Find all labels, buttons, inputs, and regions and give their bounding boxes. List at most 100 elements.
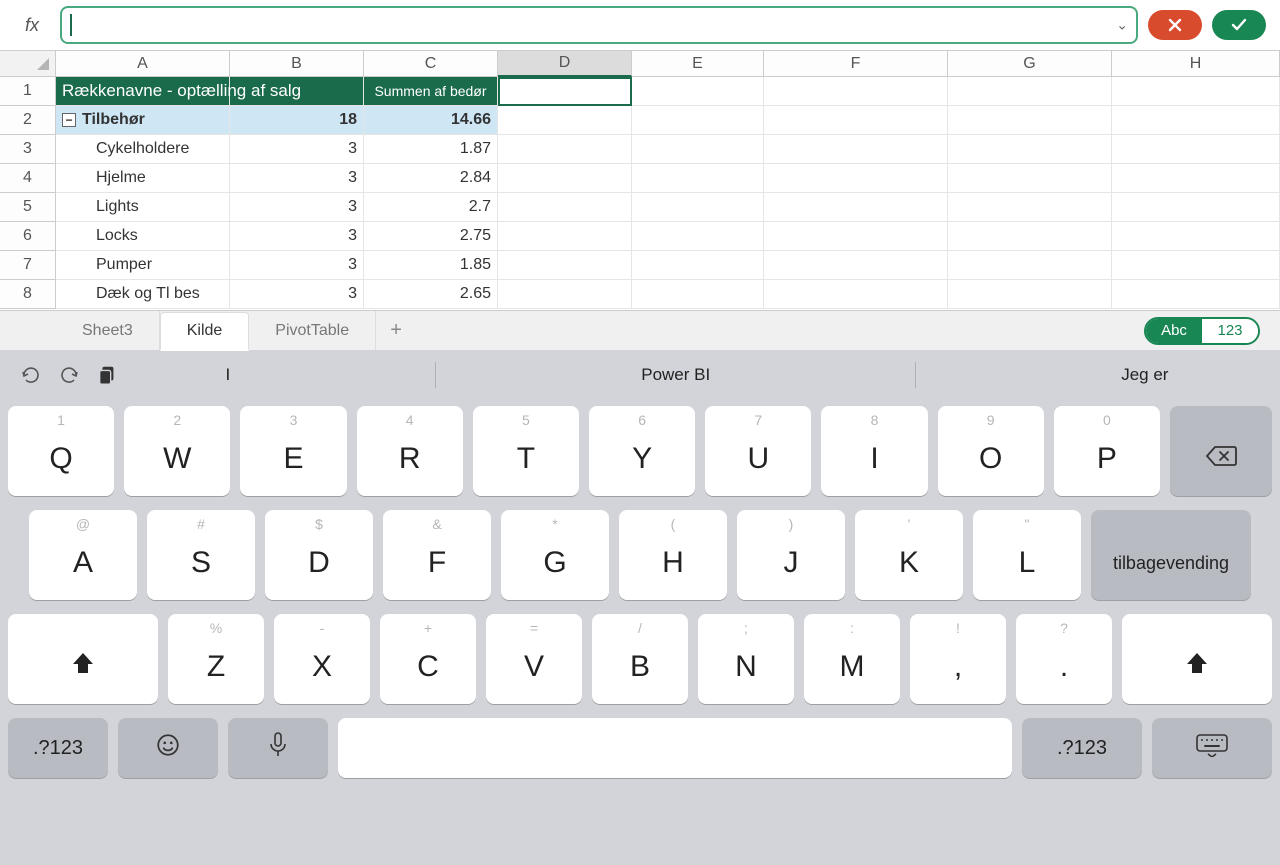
row-header[interactable]: 3 — [0, 135, 56, 164]
col-header-B[interactable]: B — [230, 51, 364, 77]
cell[interactable] — [632, 222, 764, 251]
cell[interactable] — [764, 164, 948, 193]
formula-dropdown-icon[interactable]: ⌄ — [1116, 17, 1128, 34]
cell[interactable]: Rækkenavne - optælling af salg — [56, 77, 230, 106]
cell[interactable] — [1112, 280, 1280, 309]
key-H[interactable]: (H — [619, 510, 727, 600]
cell[interactable]: Hjelme — [56, 164, 230, 193]
mode-abc[interactable]: Abc — [1146, 319, 1202, 343]
key-O[interactable]: 9O — [938, 406, 1044, 496]
cell[interactable]: Cykelholdere — [56, 135, 230, 164]
cell[interactable]: 2.84 — [364, 164, 498, 193]
cell[interactable]: 2.7 — [364, 193, 498, 222]
col-header-C[interactable]: C — [364, 51, 498, 77]
cell[interactable]: Dæk og Tl bes — [56, 280, 230, 309]
mode-123[interactable]: 123 — [1202, 319, 1258, 343]
cell[interactable] — [498, 77, 632, 106]
cell[interactable]: 3 — [230, 280, 364, 309]
input-mode-switch[interactable]: Abc 123 — [1144, 317, 1260, 345]
row-header[interactable]: 6 — [0, 222, 56, 251]
cell[interactable] — [498, 222, 632, 251]
cell[interactable]: −Tilbehør — [56, 106, 230, 135]
key-U[interactable]: 7U — [705, 406, 811, 496]
cell[interactable] — [632, 77, 764, 106]
cell[interactable] — [764, 135, 948, 164]
cell[interactable] — [1112, 193, 1280, 222]
sheet-tab[interactable]: Sheet3 — [56, 311, 160, 350]
key-emoji[interactable] — [118, 718, 218, 778]
cell[interactable]: 3 — [230, 135, 364, 164]
cell[interactable]: Summen af bedør — [364, 77, 498, 106]
key-V[interactable]: =V — [486, 614, 582, 704]
suggestion-2[interactable]: Power BI — [641, 365, 710, 385]
cell[interactable] — [498, 135, 632, 164]
cell[interactable] — [1112, 251, 1280, 280]
cell[interactable]: 3 — [230, 251, 364, 280]
cell[interactable] — [948, 193, 1112, 222]
key-S[interactable]: #S — [147, 510, 255, 600]
key-shift[interactable] — [1122, 614, 1272, 704]
key-.[interactable]: ?. — [1016, 614, 1112, 704]
cell[interactable] — [632, 135, 764, 164]
cell[interactable] — [1112, 222, 1280, 251]
cell[interactable] — [632, 280, 764, 309]
key-J[interactable]: )J — [737, 510, 845, 600]
cell[interactable] — [498, 251, 632, 280]
cell[interactable]: 1.87 — [364, 135, 498, 164]
row-header[interactable]: 4 — [0, 164, 56, 193]
key-E[interactable]: 3E — [240, 406, 346, 496]
key-backspace[interactable] — [1170, 406, 1272, 496]
clipboard-button[interactable] — [88, 356, 126, 394]
cell[interactable]: Pumper — [56, 251, 230, 280]
cell[interactable] — [1112, 77, 1280, 106]
cell[interactable] — [498, 106, 632, 135]
cell[interactable] — [632, 251, 764, 280]
cell[interactable]: Locks — [56, 222, 230, 251]
suggestion-1[interactable]: I — [226, 365, 231, 385]
collapse-icon[interactable]: − — [62, 113, 76, 127]
cell[interactable] — [1112, 164, 1280, 193]
cell[interactable] — [1112, 135, 1280, 164]
key-return[interactable]: tilbagevending — [1091, 510, 1251, 600]
cell[interactable] — [764, 251, 948, 280]
cell[interactable] — [948, 251, 1112, 280]
confirm-button[interactable] — [1212, 10, 1266, 40]
col-header-F[interactable]: F — [764, 51, 948, 77]
key-C[interactable]: +C — [380, 614, 476, 704]
key-W[interactable]: 2W — [124, 406, 230, 496]
cell[interactable]: 1.85 — [364, 251, 498, 280]
key-L[interactable]: "L — [973, 510, 1081, 600]
cell[interactable] — [948, 164, 1112, 193]
cell[interactable] — [1112, 106, 1280, 135]
cell[interactable] — [764, 280, 948, 309]
formula-input[interactable] — [60, 6, 1138, 44]
row-header[interactable]: 1 — [0, 77, 56, 106]
row-header[interactable]: 5 — [0, 193, 56, 222]
key-B[interactable]: /B — [592, 614, 688, 704]
col-header-D[interactable]: D — [498, 51, 632, 77]
cell[interactable] — [948, 77, 1112, 106]
cancel-button[interactable] — [1148, 10, 1202, 40]
key-A[interactable]: @A — [29, 510, 137, 600]
spreadsheet-grid[interactable]: A B C D E F G H 1Rækkenavne - optælling … — [0, 50, 1280, 310]
key-F[interactable]: &F — [383, 510, 491, 600]
key-X[interactable]: -X — [274, 614, 370, 704]
select-all-corner[interactable] — [0, 51, 56, 77]
undo-button[interactable] — [12, 356, 50, 394]
cell[interactable] — [498, 280, 632, 309]
cell[interactable]: 3 — [230, 193, 364, 222]
row-header[interactable]: 2 — [0, 106, 56, 135]
key-Z[interactable]: %Z — [168, 614, 264, 704]
cell[interactable]: 2.65 — [364, 280, 498, 309]
key-shift[interactable] — [8, 614, 158, 704]
suggestion-3[interactable]: Jeg er — [1121, 365, 1168, 385]
cell[interactable] — [764, 222, 948, 251]
cell[interactable]: Lights — [56, 193, 230, 222]
key-space[interactable] — [338, 718, 1012, 778]
key-G[interactable]: *G — [501, 510, 609, 600]
col-header-G[interactable]: G — [948, 51, 1112, 77]
key-Q[interactable]: 1Q — [8, 406, 114, 496]
col-header-H[interactable]: H — [1112, 51, 1280, 77]
cell[interactable]: 3 — [230, 164, 364, 193]
key-P[interactable]: 0P — [1054, 406, 1160, 496]
